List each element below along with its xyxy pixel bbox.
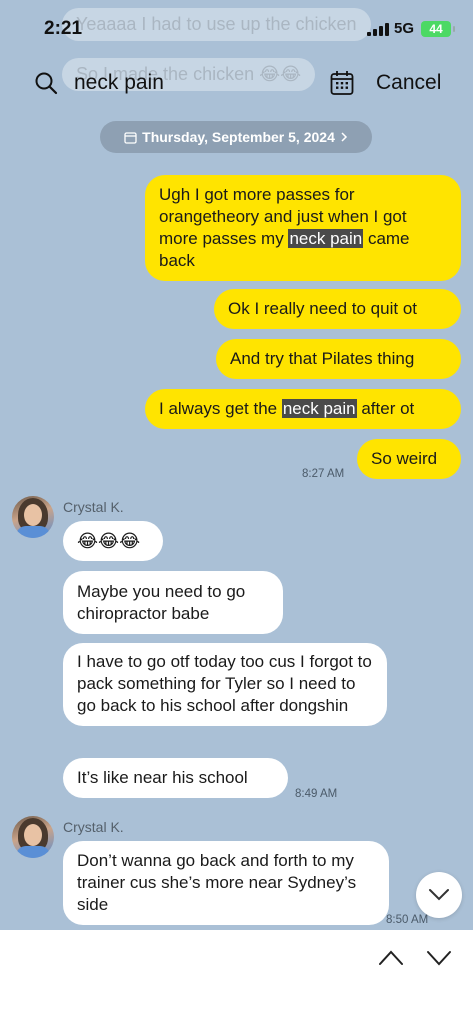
outgoing-message[interactable]: Ok I really need to quit ot — [214, 289, 461, 329]
incoming-message[interactable]: Maybe you need to go chiropractor babe — [63, 571, 283, 634]
next-result-icon[interactable] — [424, 944, 454, 970]
message-timestamp: 8:27 AM — [302, 468, 345, 480]
search-input[interactable]: neck pain — [74, 71, 164, 95]
search-bar: neck pain Cancel — [0, 62, 473, 106]
outgoing-message[interactable]: And try that Pilates thing — [216, 339, 461, 379]
message-text: after ot — [356, 399, 415, 418]
calendar-icon[interactable] — [330, 70, 354, 96]
message-timestamp: 8:49 AM — [295, 788, 338, 800]
sender-name: Crystal K. — [63, 819, 124, 835]
cancel-button[interactable]: Cancel — [376, 71, 441, 95]
outgoing-message[interactable]: Ugh I got more passes for orangetheory a… — [145, 175, 461, 281]
message-timestamp: 8:50 AM — [386, 914, 429, 926]
incoming-message[interactable]: Don’t wanna go back and forth to my trai… — [63, 841, 389, 925]
search-highlight: neck pain — [281, 399, 357, 418]
date-divider[interactable]: Thursday, September 5, 2024 — [100, 121, 372, 153]
search-icon — [35, 72, 58, 95]
calendar-small-icon — [124, 131, 137, 144]
avatar[interactable] — [12, 496, 54, 538]
avatar[interactable] — [12, 816, 54, 858]
message-text: I always get the — [159, 399, 282, 418]
incoming-message[interactable]: I have to go otf today too cus I forgot … — [63, 643, 387, 726]
incoming-message[interactable]: 😂😂😂 — [63, 521, 163, 561]
sender-name: Crystal K. — [63, 499, 124, 515]
outgoing-message[interactable]: I always get the neck pain after ot — [145, 389, 461, 429]
status-bar: 2:21 5G 44 — [0, 0, 473, 56]
outgoing-message[interactable]: So weird — [357, 439, 461, 479]
previous-result-icon[interactable] — [376, 944, 406, 970]
network-label: 5G — [394, 20, 415, 37]
battery-icon: 44 — [421, 21, 455, 37]
search-result-nav — [0, 930, 473, 1024]
incoming-message[interactable]: It’s like near his school — [63, 758, 288, 798]
chevron-down-icon — [429, 889, 449, 901]
search-highlight: neck pain — [288, 229, 364, 248]
date-label: Thursday, September 5, 2024 — [142, 129, 335, 145]
status-time: 2:21 — [44, 18, 83, 39]
chevron-right-icon — [341, 132, 347, 142]
signal-icon — [367, 22, 389, 36]
scroll-to-bottom-button[interactable] — [416, 872, 462, 918]
